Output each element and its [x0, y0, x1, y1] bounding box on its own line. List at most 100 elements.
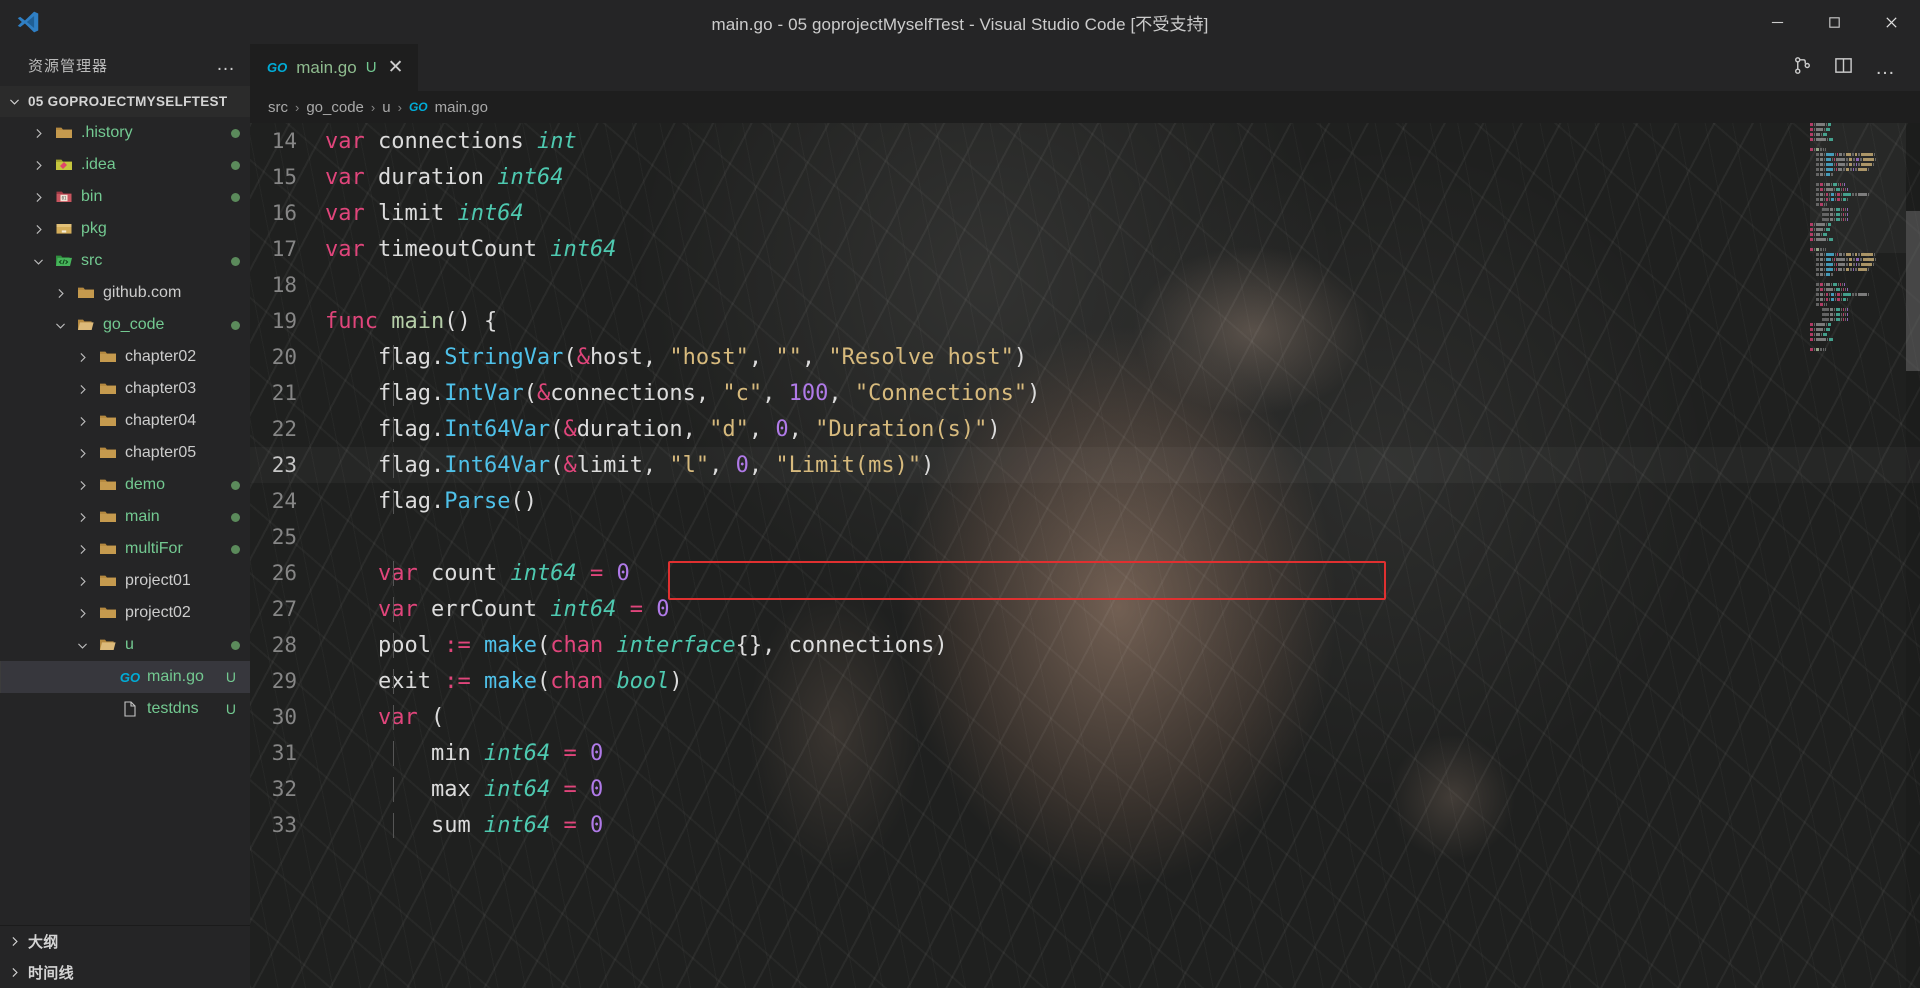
code-token: min [430, 740, 471, 766]
code-line[interactable]: 30 var ( [250, 699, 1920, 735]
code-text[interactable]: var errCount int64 = 0 [325, 596, 669, 622]
tree-item-label: .idea [81, 156, 116, 173]
code-line[interactable]: 14 var connections int [250, 123, 1920, 159]
more-actions-icon[interactable]: … [1875, 58, 1896, 78]
code-text[interactable]: flag.Int64Var(&limit, "l", 0, "Limit(ms)… [325, 452, 934, 478]
code-text[interactable]: flag.Parse() [325, 488, 537, 514]
tree-item-chapter02[interactable]: chapter02 [0, 341, 250, 373]
code-line[interactable]: 24 flag.Parse() [250, 483, 1920, 519]
tree-item-project02[interactable]: project02 [0, 597, 250, 629]
code-lines[interactable]: 14 var connections int 15 var duration int6… [250, 123, 1920, 988]
go-file-icon: GO [267, 60, 288, 75]
code-line[interactable]: 20 flag.StringVar(&host, "host", "", "Re… [250, 339, 1920, 375]
code-line[interactable]: 23 flag.Int64Var(&limit, "l", 0, "Limit(… [250, 447, 1920, 483]
tree-item-src[interactable]: src [0, 245, 250, 277]
code-token: ( [523, 380, 537, 406]
code-token: , [748, 344, 776, 370]
code-text[interactable]: var timeoutCount int64 [325, 237, 616, 262]
tree-item-github-com[interactable]: github.com [0, 277, 250, 309]
code-line[interactable]: 27 var errCount int64 = 0 [250, 591, 1920, 627]
indent-guide [393, 704, 394, 730]
breadcrumb-item[interactable]: go_code [306, 99, 364, 116]
code-line[interactable]: 29 exit := make(chan bool) [250, 663, 1920, 699]
minimap-slider[interactable] [1810, 123, 1906, 253]
code-line[interactable]: 26 var count int64 = 0 [250, 555, 1920, 591]
maximize-button[interactable] [1806, 0, 1863, 44]
editor-scrollbar-thumb[interactable] [1906, 211, 1920, 371]
code-text[interactable]: exit := make(chan bool) [325, 668, 683, 694]
explorer-more-actions-icon[interactable]: … [216, 55, 236, 74]
tree-item-main-go[interactable]: GO main.go U [0, 661, 250, 693]
code-line[interactable]: 18 [250, 267, 1920, 303]
tree-item--history[interactable]: .history [0, 117, 250, 149]
code-text[interactable]: min int64 = 0 [325, 740, 603, 766]
code-token: { [483, 308, 498, 334]
tree-item-multifor[interactable]: multiFor [0, 533, 250, 565]
code-text[interactable]: var connections int [325, 129, 577, 154]
tree-item-u[interactable]: u [0, 629, 250, 661]
breadcrumb-item[interactable]: main.go [435, 99, 488, 116]
tree-item-main[interactable]: main [0, 501, 250, 533]
code-token: int [536, 128, 577, 154]
close-button[interactable] [1863, 0, 1920, 44]
tree-item--idea[interactable]: .idea [0, 149, 250, 181]
editor-area: GO main.go U ✕ … src › go_code › u › GO … [250, 44, 1920, 988]
tree-item-chapter05[interactable]: chapter05 [0, 437, 250, 469]
tree-item-project01[interactable]: project01 [0, 565, 250, 597]
code-text[interactable]: var duration int64 [325, 165, 563, 190]
tree-item-pkg[interactable]: pkg [0, 213, 250, 245]
code-token: . [430, 488, 445, 514]
tab-close-icon[interactable]: ✕ [386, 58, 406, 77]
tab-main-go[interactable]: GO main.go U ✕ [250, 44, 420, 91]
source-control-compare-icon[interactable] [1793, 56, 1812, 80]
minimize-button[interactable] [1749, 0, 1806, 44]
git-status-badge: U [225, 701, 236, 717]
tree-item-demo[interactable]: demo [0, 469, 250, 501]
code-line[interactable]: 16 var limit int64 [250, 195, 1920, 231]
code-text[interactable]: flag.Int64Var(&duration, "d", 0, "Durati… [325, 416, 1001, 442]
tree-item-label: pkg [81, 220, 107, 237]
split-editor-vertical-icon[interactable] [1834, 56, 1853, 80]
line-number: 15 [271, 165, 297, 189]
code-token: interface [616, 632, 736, 658]
tree-item-testdns[interactable]: testdns U [0, 693, 250, 725]
code-text[interactable]: flag.StringVar(&host, "host", "", "Resol… [325, 344, 1027, 370]
code-line[interactable]: 32 max int64 = 0 [250, 771, 1920, 807]
code-token: flag [377, 416, 431, 442]
editor-scrollbar-track[interactable] [1906, 123, 1920, 988]
code-token: timeoutCount [378, 236, 537, 262]
code-token: var [325, 164, 365, 190]
code-line[interactable]: 28 pool := make(chan interface{}, connec… [250, 627, 1920, 663]
sidebar-section-timeline[interactable]: 时间线 [0, 957, 250, 988]
tree-item-bin[interactable]: 01 bin [0, 181, 250, 213]
code-line[interactable]: 15 var duration int64 [250, 159, 1920, 195]
code-editor[interactable]: 14 var connections int 15 var duration int6… [250, 123, 1920, 988]
breadcrumb-item[interactable]: u [382, 99, 390, 116]
window-title: main.go - 05 goprojectMyselfTest - Visua… [711, 14, 1209, 34]
code-text[interactable]: var limit int64 [325, 201, 524, 226]
code-line[interactable]: 22 flag.Int64Var(&duration, "d", 0, "Dur… [250, 411, 1920, 447]
tree-item-chapter03[interactable]: chapter03 [0, 373, 250, 405]
code-text[interactable]: var count int64 = 0 [325, 560, 630, 586]
tree-item-go-code[interactable]: go_code [0, 309, 250, 341]
tree-item-chapter04[interactable]: chapter04 [0, 405, 250, 437]
code-text[interactable]: var ( [325, 704, 444, 730]
code-text[interactable]: max int64 = 0 [325, 776, 603, 802]
code-line[interactable]: 19 func main() { [250, 303, 1920, 339]
code-text[interactable]: flag.IntVar(&connections, "c", 100, "Con… [325, 380, 1040, 406]
workspace-root-row[interactable]: 05 GOPROJECTMYSELFTEST [0, 86, 250, 117]
code-line[interactable]: 33 sum int64 = 0 [250, 807, 1920, 843]
code-text[interactable]: sum int64 = 0 [325, 812, 603, 838]
line-number: 27 [271, 597, 297, 621]
code-line[interactable]: 17 var timeoutCount int64 [250, 231, 1920, 267]
code-text[interactable]: pool := make(chan interface{}, connectio… [325, 632, 948, 658]
timeline-label: 时间线 [28, 965, 74, 982]
code-line[interactable]: 21 flag.IntVar(&connections, "c", 100, "… [250, 375, 1920, 411]
sidebar-section-outline[interactable]: 大纲 [0, 926, 250, 957]
code-text[interactable]: func main() { [325, 309, 497, 334]
breadcrumb-item[interactable]: src [268, 99, 288, 116]
code-line[interactable]: 31 min int64 = 0 [250, 735, 1920, 771]
folder-icon [97, 572, 119, 590]
code-line[interactable]: 25 [250, 519, 1920, 555]
